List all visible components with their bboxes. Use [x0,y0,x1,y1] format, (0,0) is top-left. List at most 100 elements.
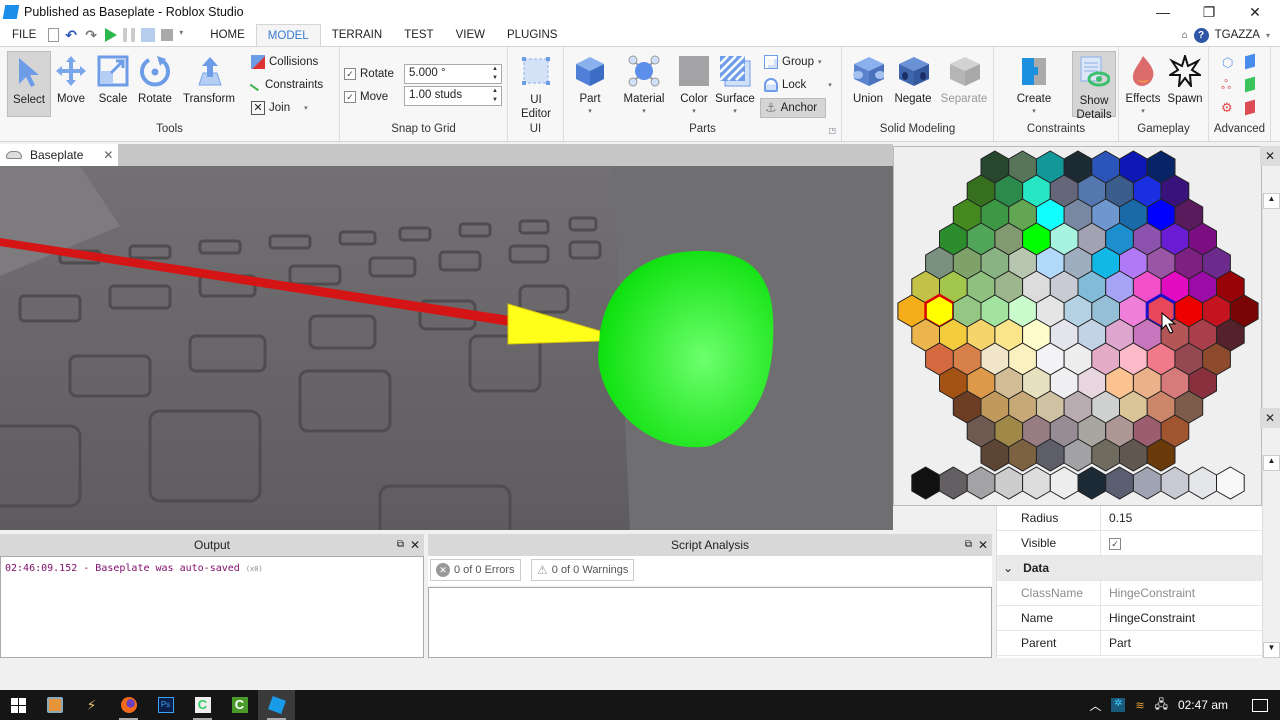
tab-home[interactable]: HOME [199,24,256,46]
script-analysis-results[interactable] [428,587,992,658]
taskbar-camtasia-studio[interactable]: C [221,690,258,720]
join-toggle[interactable]: ✕ Join ▾ [251,98,308,118]
tab-terrain[interactable]: TERRAIN [321,24,393,46]
move-snap-checkbox[interactable]: ✓ Move [344,87,388,107]
customize-quick-access-icon[interactable]: ▾ [179,28,187,42]
gray-swatch[interactable] [1105,466,1134,500]
taskbar-photoshop[interactable]: Ps [147,690,184,720]
surface-dropdown-icon[interactable]: ▾ [733,107,737,115]
part-button[interactable]: Part ▾ [568,51,612,117]
material-button[interactable]: Material ▾ [619,51,669,117]
tab-view[interactable]: VIEW [445,24,496,46]
errors-filter-button[interactable]: ✕ 0 of 0 Errors [430,559,521,581]
gray-swatch[interactable] [1022,466,1051,500]
property-category-data[interactable]: ⌄ Data [997,556,1262,581]
gray-swatch[interactable] [911,466,940,500]
restore-button[interactable]: ❐ [1186,0,1232,24]
step-icon[interactable] [141,28,156,42]
windows-start-button[interactable] [0,690,36,720]
property-row-parent[interactable]: Parent Part [997,630,1262,656]
negate-button[interactable]: Negate [890,51,936,117]
undo-icon[interactable]: ↶ [65,28,79,42]
transform-button[interactable]: Transform [180,51,238,117]
collapse-ribbon-icon[interactable]: ⌂ [1182,30,1188,41]
gray-swatch[interactable] [1077,466,1107,500]
clock[interactable]: 02:47 am [1178,698,1228,712]
rotate-snap-checkbox[interactable]: ✓ Rotate [344,64,394,84]
create-dropdown-icon[interactable]: ▾ [1032,107,1036,115]
properties-scrollbar[interactable]: ▲ ▼ [1262,455,1280,658]
tab-plugins[interactable]: PLUGINS [496,24,569,46]
tab-model[interactable]: MODEL [255,24,321,46]
help-icon[interactable]: ? [1193,27,1209,43]
file-menu[interactable]: FILE [0,29,48,41]
constraints-toggle[interactable]: Constraints [249,75,323,95]
float-panel-icon[interactable]: ⧉ [397,534,404,556]
rotate-button[interactable]: Rotate [133,51,177,117]
gray-swatch[interactable] [1216,466,1245,500]
move-button[interactable]: Move [49,51,93,117]
spawn-button[interactable]: Spawn [1163,51,1207,117]
collisions-toggle[interactable]: Collisions [251,52,318,72]
network-app-icon[interactable]: ✲ [1111,698,1126,712]
color-dropdown-icon[interactable]: ▾ [692,107,696,115]
close-properties-icon[interactable]: ✕ [1260,408,1280,428]
taskbar-ftl[interactable]: ⚡ [73,690,110,720]
show-hidden-icons-icon[interactable]: ︿ [1089,697,1101,714]
gray-swatch[interactable] [966,466,996,500]
gray-swatch[interactable] [1188,466,1217,500]
scroll-up-icon[interactable]: ▲ [1263,455,1280,471]
settings-gears-icon[interactable]: ⚙ [1221,100,1233,116]
minimize-button[interactable]: — [1140,0,1186,24]
property-row-name[interactable]: Name HingeConstraint [997,605,1262,631]
surface-button[interactable]: Surface ▾ [711,51,759,117]
part-dropdown-icon[interactable]: ▾ [588,107,592,115]
close-tab-icon[interactable]: ✕ [103,148,113,162]
red-script-icon[interactable] [1245,99,1255,116]
rotate-increment-input[interactable]: 5.000 ° ▲ ▼ [404,64,502,84]
close-button[interactable]: ✕ [1232,0,1278,24]
taskbar-media-player[interactable] [36,690,73,720]
chevron-down-icon[interactable]: ⌄ [1003,561,1013,575]
scroll-down-icon[interactable]: ▼ [1263,642,1280,658]
effects-dropdown-icon[interactable]: ▾ [1141,107,1145,115]
package-hex-icon[interactable]: ⬡ [1222,55,1233,71]
lock-dropdown-icon[interactable]: ▾ [828,81,832,89]
create-constraint-button[interactable]: Create ▾ [1012,51,1056,117]
gray-swatch[interactable] [939,466,968,500]
taskbar-camtasia-recorder[interactable]: C [184,690,221,720]
property-row-radius[interactable]: Radius 0.15 [997,505,1262,531]
anchor-button[interactable]: ⚓ Anchor [760,98,826,118]
blue-script-icon[interactable] [1245,53,1255,70]
3d-viewport[interactable] [0,166,893,530]
action-center-icon[interactable] [1252,698,1268,712]
lock-button[interactable]: Lock ▾ [764,75,832,95]
sync-app-icon[interactable]: ≋ [1135,699,1144,712]
close-output-icon[interactable]: ✕ [410,534,420,556]
pause-icon[interactable] [123,28,136,42]
close-script-analysis-icon[interactable]: ✕ [978,534,988,556]
redo-icon[interactable]: ↷ [85,28,99,42]
user-menu[interactable]: TGAZZA [1215,29,1260,41]
property-row-visible[interactable]: Visible ✓ [997,530,1262,556]
tab-baseplate[interactable]: Baseplate ✕ [0,144,118,166]
warnings-filter-button[interactable]: ⚠ 0 of 0 Warnings [531,559,635,581]
join-dropdown-icon[interactable]: ▾ [304,104,308,112]
effects-button[interactable]: Effects ▾ [1121,51,1165,117]
move-increment-input[interactable]: 1.00 studs ▲ ▼ [404,86,502,106]
gray-swatch[interactable] [1160,466,1190,500]
gray-swatch[interactable] [1049,466,1079,500]
color-button[interactable]: Color ▾ [672,51,716,117]
gray-swatch[interactable] [1132,466,1162,500]
visible-checkbox[interactable]: ✓ [1109,538,1121,550]
show-details-button[interactable]: Show Details [1072,51,1116,121]
spinner-arrows-icon[interactable]: ▲ ▼ [492,87,498,105]
source-control-icon[interactable]: ஃ [1221,77,1231,94]
material-dropdown-icon[interactable]: ▾ [642,107,646,115]
separate-button[interactable]: Separate [938,51,990,117]
play-icon[interactable] [105,28,118,42]
scale-button[interactable]: Scale [91,51,135,117]
scroll-up-icon[interactable]: ▲ [1263,193,1280,209]
taskbar-roblox-studio[interactable] [258,690,295,720]
group-button[interactable]: Group ▾ [764,52,821,72]
